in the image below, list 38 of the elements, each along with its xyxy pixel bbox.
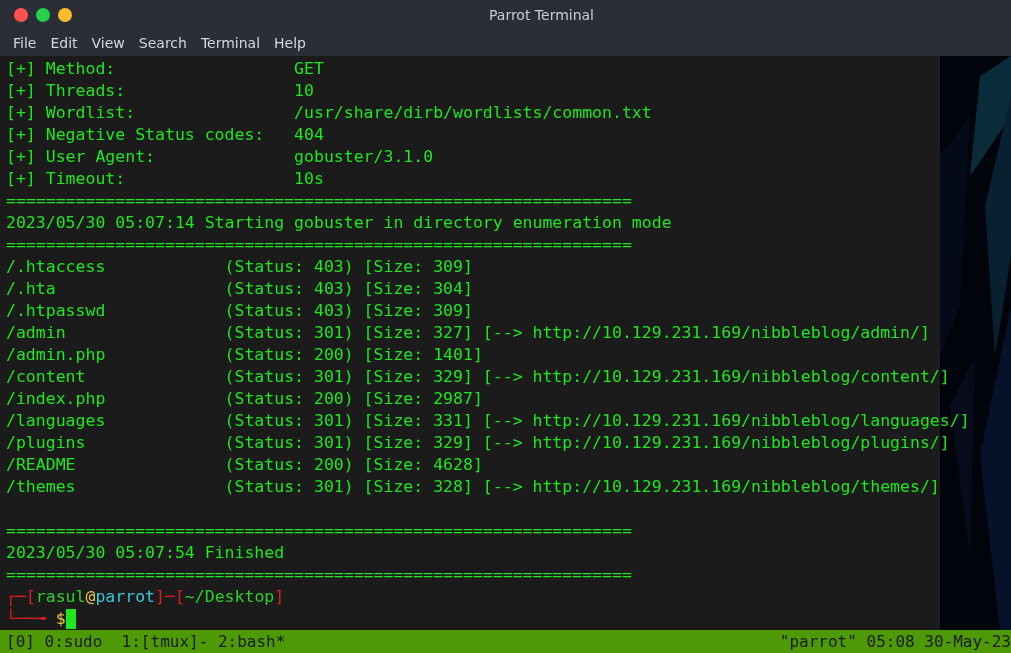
prompt-symbol: └──╼ $	[6, 608, 66, 630]
terminal-line: 2023/05/30 05:07:14 Starting gobuster in directory enumeration mode	[6, 212, 672, 234]
text-cursor	[65, 609, 76, 629]
window-control-button[interactable]	[36, 8, 50, 22]
terminal-line: [+] Negative Status codes: 404	[6, 124, 324, 146]
window-list: [0] 0:sudo 1:[tmux]- 2:bash*	[6, 632, 286, 651]
terminal-line: ===============================================================	[6, 520, 632, 542]
terminal-line: /.hta (Status: 403) [Size: 304]	[6, 278, 473, 300]
terminal-line: [+] User Agent: gobuster/3.1.0	[6, 146, 434, 168]
menu-item[interactable]: Search	[138, 35, 187, 51]
terminal-line: /.htaccess (Status: 403) [Size: 309]	[6, 256, 473, 278]
terminal-line: [+] Timeout: 10s	[6, 168, 324, 190]
terminal-line: /admin (Status: 301) [Size: 327] [--> http://10.129.231.169/nibbleblog/admin/]	[6, 322, 930, 344]
terminal-line: ===============================================================	[6, 564, 632, 586]
menu-item[interactable]: Edit	[50, 35, 78, 51]
terminal-line: ===============================================================	[6, 234, 632, 256]
window-title: Parrot Terminal	[489, 7, 594, 23]
window-control-button[interactable]	[14, 8, 28, 22]
menu-item[interactable]: Terminal	[200, 35, 261, 51]
menu-item[interactable]: View	[91, 35, 125, 51]
prompt-line: ┌─[rasul@parrot]─[~/Desktop]	[6, 586, 285, 608]
terminal-line: /languages (Status: 301) [Size: 331] [--> http://10.129.231.169/nibbleblog/languages/]	[6, 410, 970, 432]
window-control-button[interactable]	[58, 8, 72, 22]
terminal-line: ===============================================================	[6, 190, 632, 212]
terminal-line: 2023/05/30 05:07:54 Finished	[6, 542, 285, 564]
terminal-line: /plugins (Status: 301) [Size: 329] [--> http://10.129.231.169/nibbleblog/plugins/]	[6, 432, 950, 454]
terminal-line: [+] Threads: 10	[6, 80, 314, 102]
terminal-line: /index.php (Status: 200) [Size: 2987]	[6, 388, 483, 410]
menu-item[interactable]: File	[13, 35, 37, 51]
terminal-line: /.htpasswd (Status: 403) [Size: 309]	[6, 300, 473, 322]
terminal-line: /content (Status: 301) [Size: 329] [--> http://10.129.231.169/nibbleblog/content/]	[6, 366, 950, 388]
terminal-line: /themes (Status: 301) [Size: 328] [--> http://10.129.231.169/nibbleblog/themes/]	[6, 476, 940, 498]
terminal-line: /admin.php (Status: 200) [Size: 1401]	[6, 344, 483, 366]
terminal-line: [+] Method: GET	[6, 58, 324, 80]
terminal-line: [+] Wordlist: /usr/share/dirb/wordlists/common.txt	[6, 102, 652, 124]
menu-item[interactable]: Help	[274, 35, 306, 51]
terminal-line: /README (Status: 200) [Size: 4628]	[6, 454, 483, 476]
status-info: "parrot" 05:08 30-May-23	[779, 632, 1011, 651]
